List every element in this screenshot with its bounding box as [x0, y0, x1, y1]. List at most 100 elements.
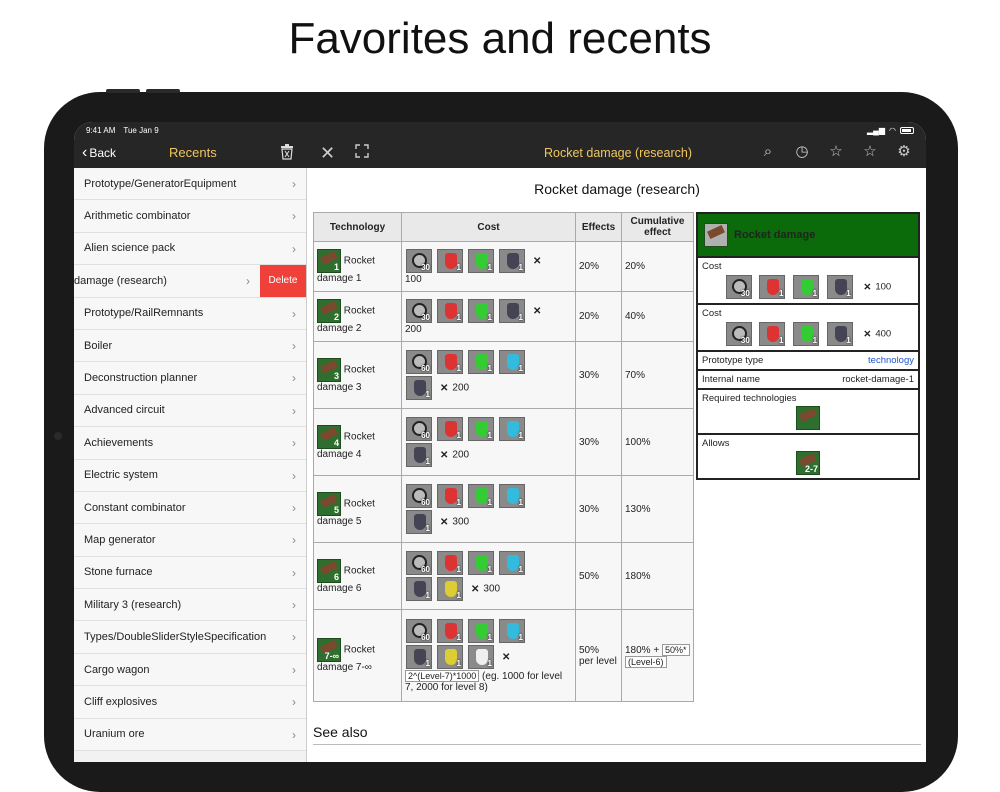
list-item[interactable]: Types/DoubleSliderStyleSpecification ›: [74, 621, 306, 654]
allowed-technology-icon[interactable]: 2-7: [796, 451, 820, 475]
list-item[interactable]: Constant combinator ›: [74, 491, 306, 525]
military-science-pack-icon[interactable]: 1: [406, 645, 432, 669]
list-item[interactable]: Prototype/GeneratorEquipment ›: [74, 168, 306, 201]
blue-science-pack-icon[interactable]: 1: [499, 350, 525, 374]
chevron-right-icon: ›: [246, 274, 250, 289]
utility-science-pack-icon[interactable]: 1: [437, 577, 463, 601]
star-icon[interactable]: ☆: [827, 143, 845, 161]
military-science-pack-icon[interactable]: 1: [499, 299, 525, 323]
military-science-pack-icon[interactable]: 1: [406, 510, 432, 534]
list-item[interactable]: Deconstruction planner ›: [74, 362, 306, 395]
gear-icon[interactable]: ⚙: [895, 143, 913, 161]
green-science-pack-icon[interactable]: 1: [468, 249, 494, 273]
technology-cell[interactable]: 5 Rocket damage 5: [313, 475, 402, 543]
required-technologies-row: Required technologies: [698, 388, 918, 433]
fullscreen-icon[interactable]: [355, 144, 369, 158]
technology-name: Rocket: [343, 644, 375, 656]
green-science-pack-icon[interactable]: 1: [793, 275, 820, 299]
green-science-pack-icon[interactable]: 1: [468, 619, 494, 643]
technology-name: Rocket: [343, 305, 375, 317]
military-science-pack-icon[interactable]: 1: [406, 443, 432, 467]
delete-button[interactable]: Delete: [260, 265, 306, 297]
space-science-pack-icon[interactable]: 1: [468, 645, 494, 669]
effects-cell: 30%: [575, 475, 622, 543]
list-item[interactable]: Achievements ›: [74, 427, 306, 460]
time-icon[interactable]: 30: [406, 249, 432, 273]
list-item[interactable]: Alien science pack ›: [74, 232, 306, 266]
list-item[interactable]: Electric system ›: [74, 459, 306, 492]
green-science-pack-icon[interactable]: 1: [468, 299, 494, 323]
red-science-pack-icon[interactable]: 1: [437, 249, 463, 273]
military-science-pack-icon[interactable]: 1: [826, 275, 853, 299]
blue-science-pack-icon[interactable]: 1: [499, 619, 525, 643]
cumulative-value: 100%: [625, 436, 651, 448]
green-science-pack-icon[interactable]: 1: [793, 322, 820, 346]
chevron-right-icon: ›: [292, 565, 296, 580]
list-item[interactable]: Prototype/RailRemnants ›: [74, 297, 306, 330]
green-science-pack-icon[interactable]: 1: [468, 417, 494, 441]
column-header: Technology: [313, 212, 402, 242]
search-icon[interactable]: ⌕: [759, 143, 777, 161]
time-icon[interactable]: 30: [725, 275, 752, 299]
green-science-pack-icon[interactable]: 1: [468, 484, 494, 508]
technology-cell[interactable]: 1 Rocket damage 1: [313, 241, 402, 292]
blue-science-pack-icon[interactable]: 1: [499, 417, 525, 441]
trash-icon[interactable]: [280, 144, 294, 160]
close-icon[interactable]: ✕: [320, 143, 335, 164]
cost-formula: 2^(Level-7)*1000: [405, 670, 480, 682]
list-item[interactable]: Advanced circuit ›: [74, 394, 306, 428]
nav-bar: ‹ Back Recents ✕ Rocket damage (research…: [74, 138, 926, 168]
red-science-pack-icon[interactable]: 1: [437, 619, 463, 643]
blue-science-pack-icon[interactable]: 1: [499, 484, 525, 508]
time-icon[interactable]: 60: [406, 551, 432, 575]
list-item[interactable]: Stone furnace ›: [74, 556, 306, 590]
required-technology-icon[interactable]: [796, 406, 820, 430]
red-science-pack-icon[interactable]: 1: [759, 275, 786, 299]
list-item[interactable]: Cliff explosives ›: [74, 686, 306, 719]
time-icon[interactable]: 60: [406, 484, 432, 508]
blue-science-pack-icon[interactable]: 1: [499, 551, 525, 575]
time-icon[interactable]: 60: [406, 417, 432, 441]
favorites-star-icon[interactable]: ☆: [861, 143, 879, 161]
time-icon[interactable]: 60: [406, 350, 432, 374]
battery-icon: [900, 126, 914, 134]
technology-cell[interactable]: 4 Rocket damage 4: [313, 408, 402, 476]
list-item[interactable]: Cargo wagon ›: [74, 653, 306, 687]
list-item[interactable]: Arithmetic combinator ›: [74, 200, 306, 233]
list-item[interactable]: Uranium ore ›: [74, 718, 306, 752]
article-content: Rocket damage (research) Technology Cost…: [308, 168, 926, 762]
back-button[interactable]: ‹ Back: [82, 144, 116, 162]
list-item[interactable]: Military 3 (research) ›: [74, 589, 306, 622]
military-science-pack-icon[interactable]: 1: [406, 577, 432, 601]
technology-cell[interactable]: 3 Rocket damage 3: [313, 341, 402, 409]
red-science-pack-icon[interactable]: 1: [437, 417, 463, 441]
utility-science-pack-icon[interactable]: 1: [437, 645, 463, 669]
green-science-pack-icon[interactable]: 1: [468, 350, 494, 374]
military-science-pack-icon[interactable]: 1: [826, 322, 853, 346]
red-science-pack-icon[interactable]: 1: [437, 484, 463, 508]
list-item[interactable]: damage (research) › Delete: [74, 265, 306, 298]
military-science-pack-icon[interactable]: 1: [499, 249, 525, 273]
prototype-type-link[interactable]: technology: [868, 355, 914, 366]
effect-value: 20%: [579, 311, 600, 322]
technology-level-name: damage 4: [317, 448, 362, 460]
internal-name-label: Internal name: [702, 374, 761, 385]
green-science-pack-icon[interactable]: 1: [468, 551, 494, 575]
list-item[interactable]: Map generator ›: [74, 524, 306, 557]
technology-cell[interactable]: 7-∞ Rocket damage 7-∞: [313, 609, 402, 702]
list-item-label: damage (research): [74, 274, 167, 287]
red-science-pack-icon[interactable]: 1: [437, 299, 463, 323]
military-science-pack-icon[interactable]: 1: [406, 376, 432, 400]
time-icon[interactable]: 30: [725, 322, 752, 346]
red-science-pack-icon[interactable]: 1: [437, 551, 463, 575]
red-science-pack-icon[interactable]: 1: [759, 322, 786, 346]
time-icon[interactable]: 30: [406, 299, 432, 323]
time-icon[interactable]: 60: [406, 619, 432, 643]
table-row: 4 Rocket damage 4 60 1 1 1 1 ✕ 200 30% 100%: [313, 408, 694, 476]
history-icon[interactable]: ◷: [793, 143, 811, 161]
page-title: Rocket damage (research): [544, 146, 692, 160]
red-science-pack-icon[interactable]: 1: [437, 350, 463, 374]
technology-cell[interactable]: 2 Rocket damage 2: [313, 291, 402, 342]
technology-cell[interactable]: 6 Rocket damage 6: [313, 542, 402, 610]
list-item[interactable]: Boiler ›: [74, 329, 306, 363]
